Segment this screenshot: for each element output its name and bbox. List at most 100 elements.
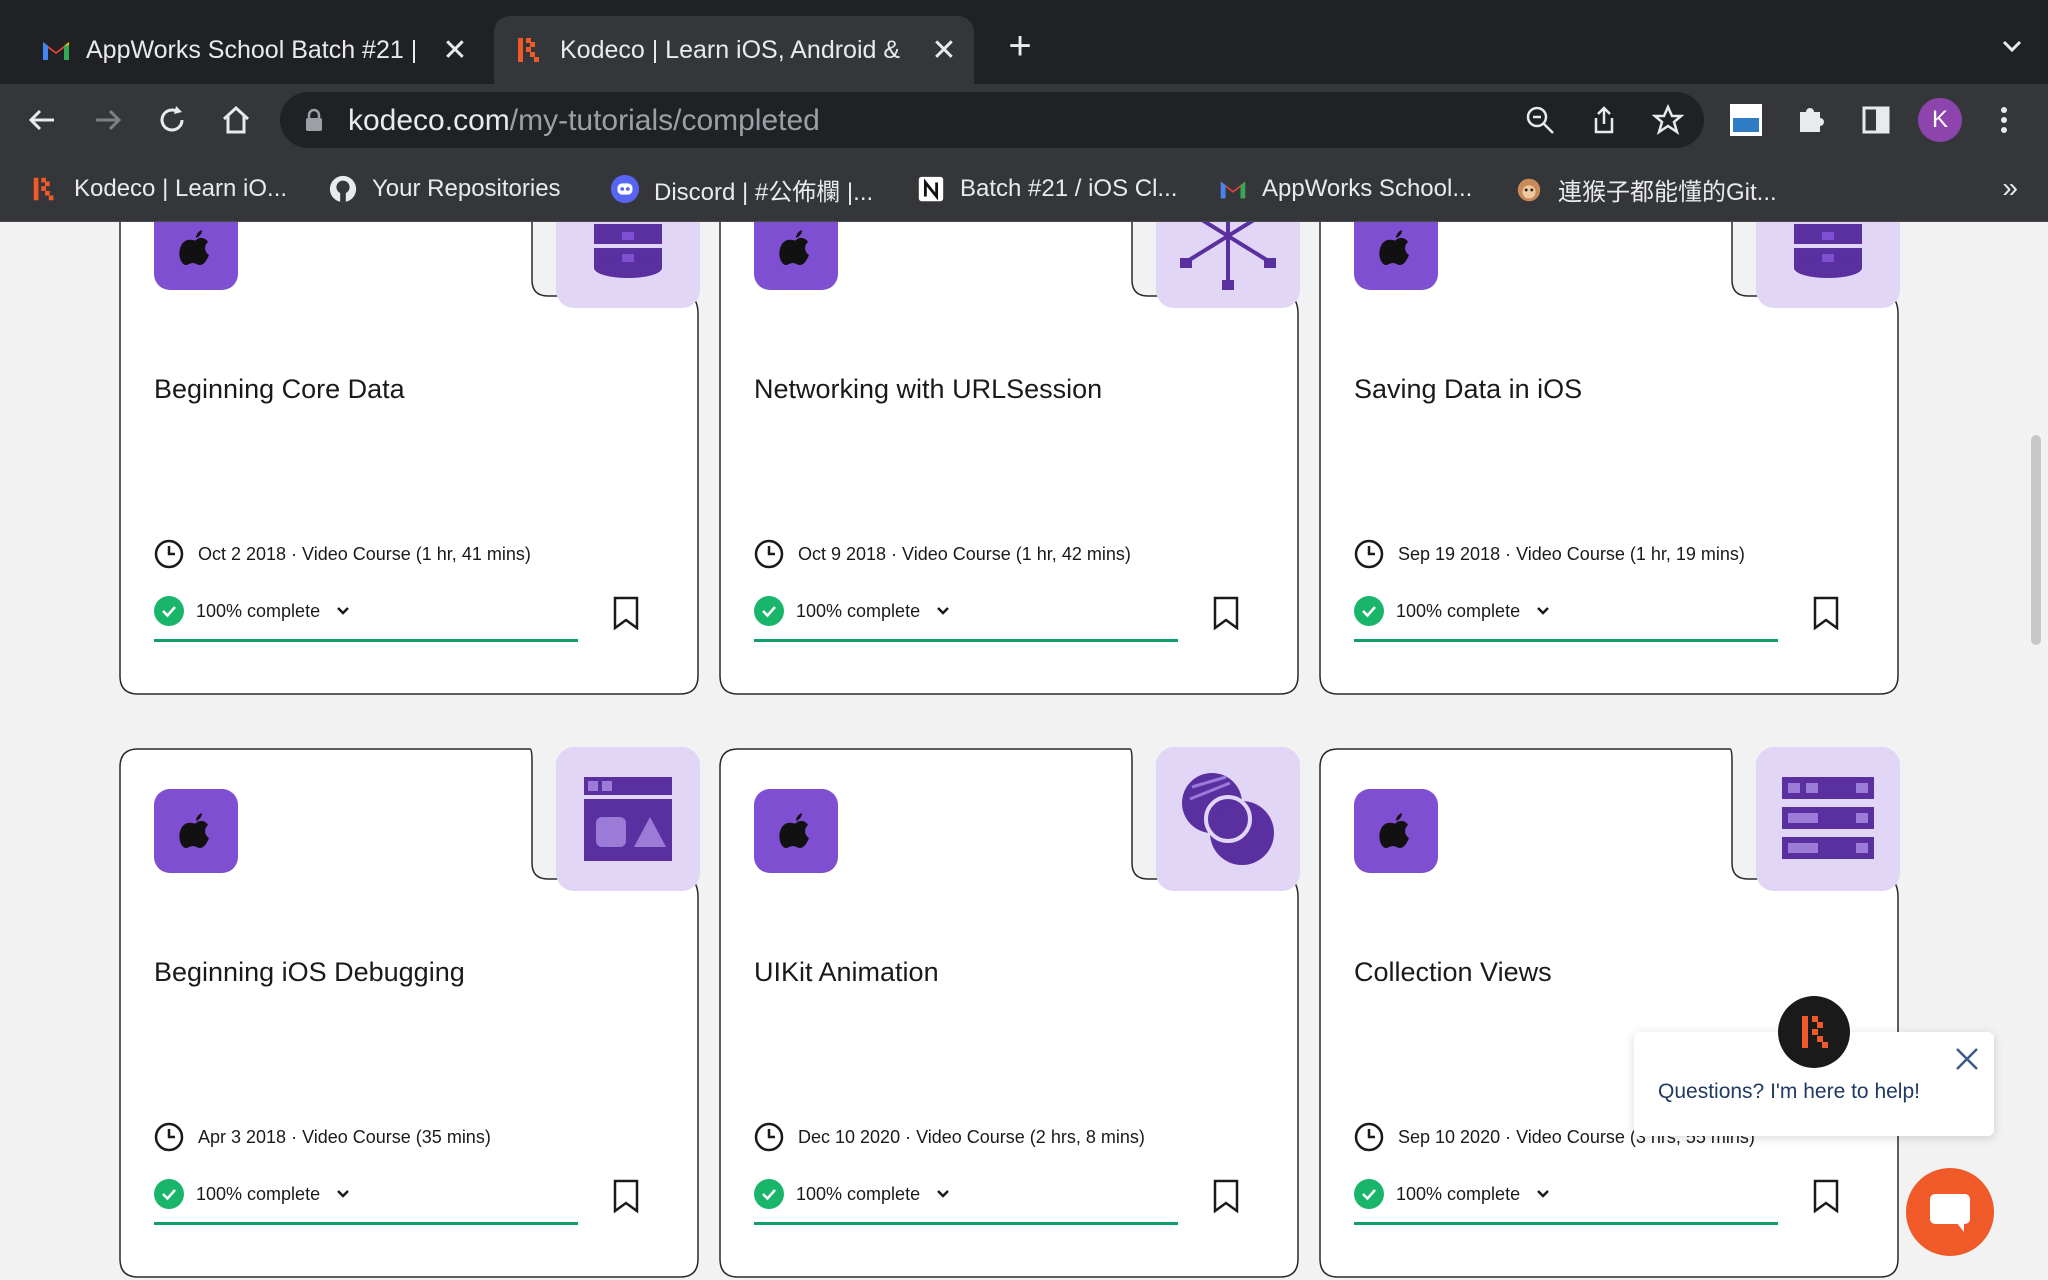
apple-icon	[179, 230, 209, 265]
smart-pki-extension-icon[interactable]	[1728, 102, 1764, 138]
close-icon[interactable]	[1954, 1046, 1980, 1072]
address-bar[interactable]: kodeco.com/my-tutorials/completed	[280, 92, 1704, 148]
progress-dropdown[interactable]: 100% complete	[754, 596, 950, 626]
gmail-icon	[1220, 181, 1246, 199]
window-shapes-icon	[556, 777, 700, 895]
progress-bar	[1354, 639, 1778, 642]
profile-avatar[interactable]: K	[1918, 98, 1962, 142]
check-icon	[154, 596, 184, 626]
clock-icon	[154, 1122, 184, 1152]
course-artwork	[1756, 222, 1900, 308]
course-title[interactable]: Beginning iOS Debugging	[154, 957, 465, 988]
tab-title: Kodeco | Learn iOS, Android &	[560, 35, 901, 64]
chevron-down-icon	[1537, 607, 1549, 615]
bookmark-icon[interactable]	[612, 596, 640, 630]
close-tab-icon[interactable]: ✕	[924, 33, 964, 68]
scrollbar-thumb[interactable]	[2031, 435, 2041, 645]
check-icon	[154, 1179, 184, 1209]
kodeco-logo-avatar	[1778, 996, 1850, 1068]
ios-platform-badge	[1354, 789, 1438, 873]
extensions-icon[interactable]	[1792, 102, 1828, 138]
progress-bar	[1354, 1222, 1778, 1225]
chat-launcher-button[interactable]	[1906, 1168, 1994, 1256]
zoom-icon[interactable]	[1524, 104, 1556, 136]
share-icon[interactable]	[1588, 104, 1620, 136]
lock-icon[interactable]	[304, 108, 324, 132]
progress-dropdown[interactable]: 100% complete	[1354, 1179, 1550, 1209]
reload-icon[interactable]	[154, 102, 190, 138]
url-text[interactable]: kodeco.com/my-tutorials/completed	[348, 104, 820, 138]
chevron-down-icon	[337, 607, 349, 615]
progress-dropdown[interactable]: 100% complete	[154, 1179, 350, 1209]
bookmark-github[interactable]: Your Repositories	[328, 170, 561, 208]
bookmark-icon[interactable]	[1212, 1179, 1240, 1213]
ios-platform-badge	[154, 222, 238, 290]
course-artwork	[556, 222, 700, 308]
bookmark-discord[interactable]: Discord | #公佈欄 |...	[610, 170, 873, 208]
bookmark-notion[interactable]: Batch #21 / iOS Cl...	[916, 170, 1177, 208]
progress-label: 100% complete	[196, 600, 321, 621]
check-icon	[754, 1179, 784, 1209]
network-icon	[1156, 222, 1300, 312]
close-tab-icon[interactable]: ✕	[435, 33, 475, 68]
course-card[interactable]: Beginning Core Data Oct 2 2018 · Video Co…	[118, 222, 700, 696]
gmail-icon	[43, 42, 69, 60]
bookmark-kodeco[interactable]: Kodeco | Learn iO...	[30, 170, 287, 208]
scrollbar[interactable]	[2022, 222, 2048, 1280]
clock-icon	[154, 539, 184, 569]
bookmark-icon[interactable]	[1812, 596, 1840, 630]
course-title[interactable]: Collection Views	[1354, 957, 1552, 988]
bookmark-icon[interactable]	[1812, 1179, 1840, 1213]
star-icon[interactable]	[1652, 104, 1684, 136]
back-icon[interactable]	[24, 102, 60, 138]
bookmark-icon[interactable]	[1212, 596, 1240, 630]
progress-dropdown[interactable]: 100% complete	[1354, 596, 1550, 626]
discord-icon	[610, 174, 640, 204]
grid-rows-icon	[1756, 777, 1900, 895]
tab-appworks[interactable]: AppWorks School Batch #21 | ✕	[20, 16, 485, 84]
progress-label: 100% complete	[1396, 600, 1521, 621]
tab-kodeco[interactable]: Kodeco | Learn iOS, Android & ✕	[494, 16, 974, 84]
forward-icon[interactable]	[90, 102, 126, 138]
bookmark-label: Batch #21 / iOS Cl...	[960, 175, 1178, 202]
kodeco-icon	[518, 38, 539, 62]
course-meta: Sep 19 2018 · Video Course (1 hr, 19 min…	[1354, 538, 1745, 570]
bookmarks-bar: Kodeco | Learn iO... Your Repositories D…	[0, 156, 2048, 222]
new-tab-icon[interactable]: +	[1000, 26, 1040, 66]
progress-dropdown[interactable]: 100% complete	[154, 596, 350, 626]
bookmarks-overflow-button[interactable]: »	[2002, 172, 2018, 204]
bookmark-appworks[interactable]: AppWorks School...	[1218, 170, 1472, 208]
home-icon[interactable]	[218, 102, 254, 138]
more-menu-icon[interactable]	[1986, 102, 2022, 138]
course-meta: Oct 2 2018 · Video Course (1 hr, 41 mins…	[154, 538, 531, 570]
progress-bar	[754, 1222, 1178, 1225]
progress-dropdown[interactable]: 100% complete	[754, 1179, 950, 1209]
database-icon	[1756, 224, 1900, 312]
clock-icon	[1354, 539, 1384, 569]
side-panel-icon[interactable]	[1858, 102, 1894, 138]
course-title[interactable]: Beginning Core Data	[154, 374, 405, 405]
tab-search-icon[interactable]	[1996, 30, 2028, 62]
course-card[interactable]: UIKit Animation Dec 10 2020 · Video Cours…	[718, 747, 1300, 1279]
bookmark-icon[interactable]	[612, 1179, 640, 1213]
course-meta: Dec 10 2020 · Video Course (2 hrs, 8 min…	[754, 1121, 1145, 1153]
course-card[interactable]: Saving Data in iOS Sep 19 2018 · Video Co…	[1318, 222, 1900, 696]
progress-bar	[154, 639, 578, 642]
clock-icon	[754, 1122, 784, 1152]
course-title[interactable]: Networking with URLSession	[754, 374, 1102, 405]
course-card[interactable]: Networking with URLSession Oct 9 2018 · V…	[718, 222, 1300, 696]
apple-icon	[779, 813, 809, 848]
apple-icon	[179, 813, 209, 848]
bookmark-label: 連猴子都能懂的Git...	[1558, 178, 1777, 206]
ios-platform-badge	[754, 222, 838, 290]
course-title[interactable]: Saving Data in iOS	[1354, 374, 1582, 405]
tab-title: AppWorks School Batch #21 |	[86, 35, 418, 64]
monkey-icon	[1517, 178, 1541, 202]
course-meta-text: Oct 9 2018 · Video Course (1 hr, 42 mins…	[798, 543, 1131, 564]
clock-icon	[1354, 1122, 1384, 1152]
course-card[interactable]: Beginning iOS Debugging Apr 3 2018 · Vide…	[118, 747, 700, 1279]
progress-bar	[754, 639, 1178, 642]
course-artwork	[1156, 222, 1300, 308]
bookmark-git-tutorial[interactable]: 連猴子都能懂的Git...	[1514, 170, 1777, 208]
course-title[interactable]: UIKit Animation	[754, 957, 939, 988]
